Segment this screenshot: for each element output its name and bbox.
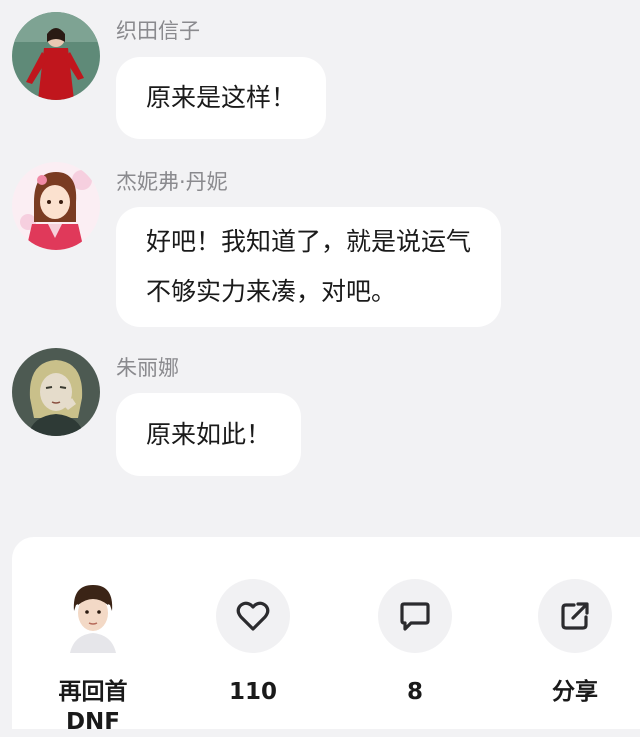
message-bubble[interactable]: 原来如此！ [116,393,302,476]
share-label: 分享 [552,679,598,705]
avatar[interactable] [12,12,100,100]
heart-icon [236,601,270,631]
message-text-line: 好吧！我知道了，就是说运气 [146,227,472,256]
action-bar: 再回首DNF 110 8 分享 [12,537,640,735]
sender-name: 杰妮弗·丹妮 [116,170,228,194]
author-name: 再回首DNF [58,679,128,735]
comment-icon [400,602,430,631]
message-bubble[interactable]: 好吧！我知道了，就是说运气 不够实力来凑，对吧。 [116,207,502,327]
sender-name: 朱丽娜 [116,356,179,380]
sender-name: 织田信子 [116,19,200,43]
share-circle[interactable] [538,579,612,653]
comment-count: 8 [406,679,423,705]
share-button[interactable]: 分享 [515,579,635,707]
like-button[interactable]: 110 [193,579,313,707]
comment-button[interactable]: 8 [355,579,475,707]
message-text: 原来是这样！ [146,83,297,112]
author-avatar[interactable] [56,579,130,653]
comment-circle[interactable] [378,579,452,653]
share-icon [561,602,589,630]
avatar[interactable] [12,348,100,436]
avatar[interactable] [12,162,100,250]
message-text-line: 不够实力来凑，对吧。 [146,277,397,306]
like-count: 110 [228,679,277,705]
message-text: 原来如此！ [146,420,272,449]
author-profile-button[interactable]: 再回首DNF [33,579,153,737]
like-circle[interactable] [216,579,290,653]
message-bubble[interactable]: 原来是这样！ [116,57,327,139]
